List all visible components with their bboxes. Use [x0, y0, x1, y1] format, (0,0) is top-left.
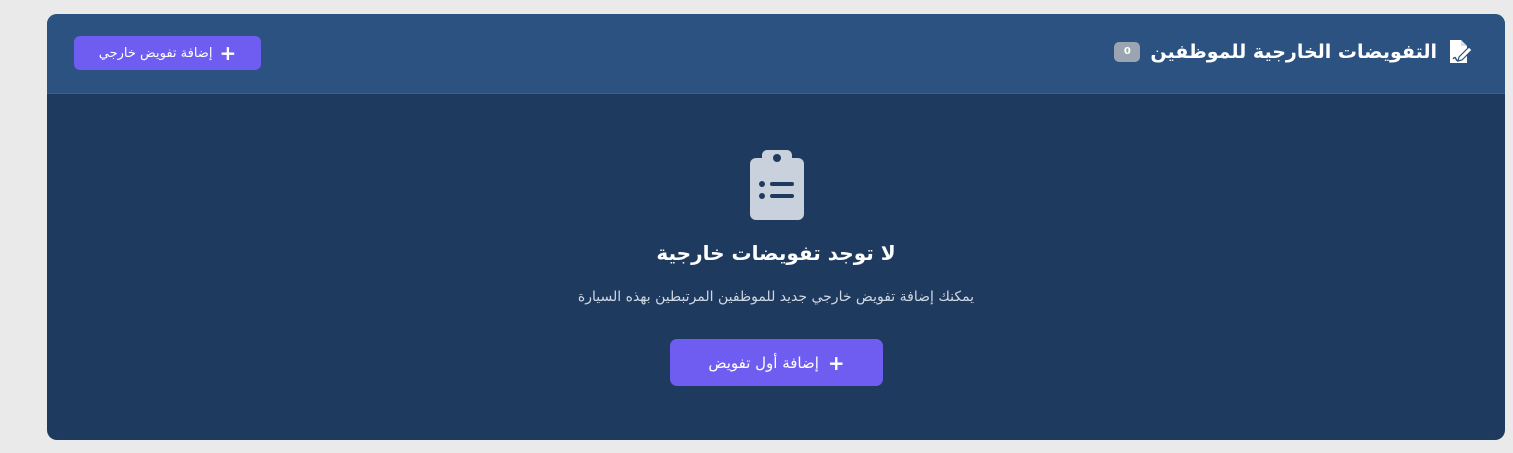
file-signature-icon [1447, 38, 1473, 66]
plus-icon: + [219, 41, 237, 65]
add-external-authorization-button[interactable]: + إضافة تفويض خارجي [74, 36, 261, 70]
plus-icon: + [827, 350, 845, 375]
empty-state-title: لا توجد تفويضات خارجية [656, 241, 896, 265]
card-title: التفويضات الخارجية للموظفين [1150, 41, 1437, 63]
empty-state: لا توجد تفويضات خارجية يمكنك إضافة تفويض… [47, 94, 1505, 440]
card-header: التفويضات الخارجية للموظفين 0 + إضافة تف… [47, 14, 1505, 94]
card-title-group: التفويضات الخارجية للموظفين 0 [1114, 38, 1473, 66]
add-external-authorization-label: إضافة تفويض خارجي [98, 45, 213, 61]
empty-state-description: يمكنك إضافة تفويض خارجي جديد للموظفين ال… [577, 289, 975, 305]
count-badge: 0 [1114, 42, 1141, 62]
clipboard-list-icon [748, 146, 806, 222]
external-authorizations-card: التفويضات الخارجية للموظفين 0 + إضافة تف… [47, 14, 1505, 440]
add-first-authorization-label: إضافة أول تفويض [708, 353, 819, 372]
add-first-authorization-button[interactable]: + إضافة أول تفويض [670, 339, 883, 386]
